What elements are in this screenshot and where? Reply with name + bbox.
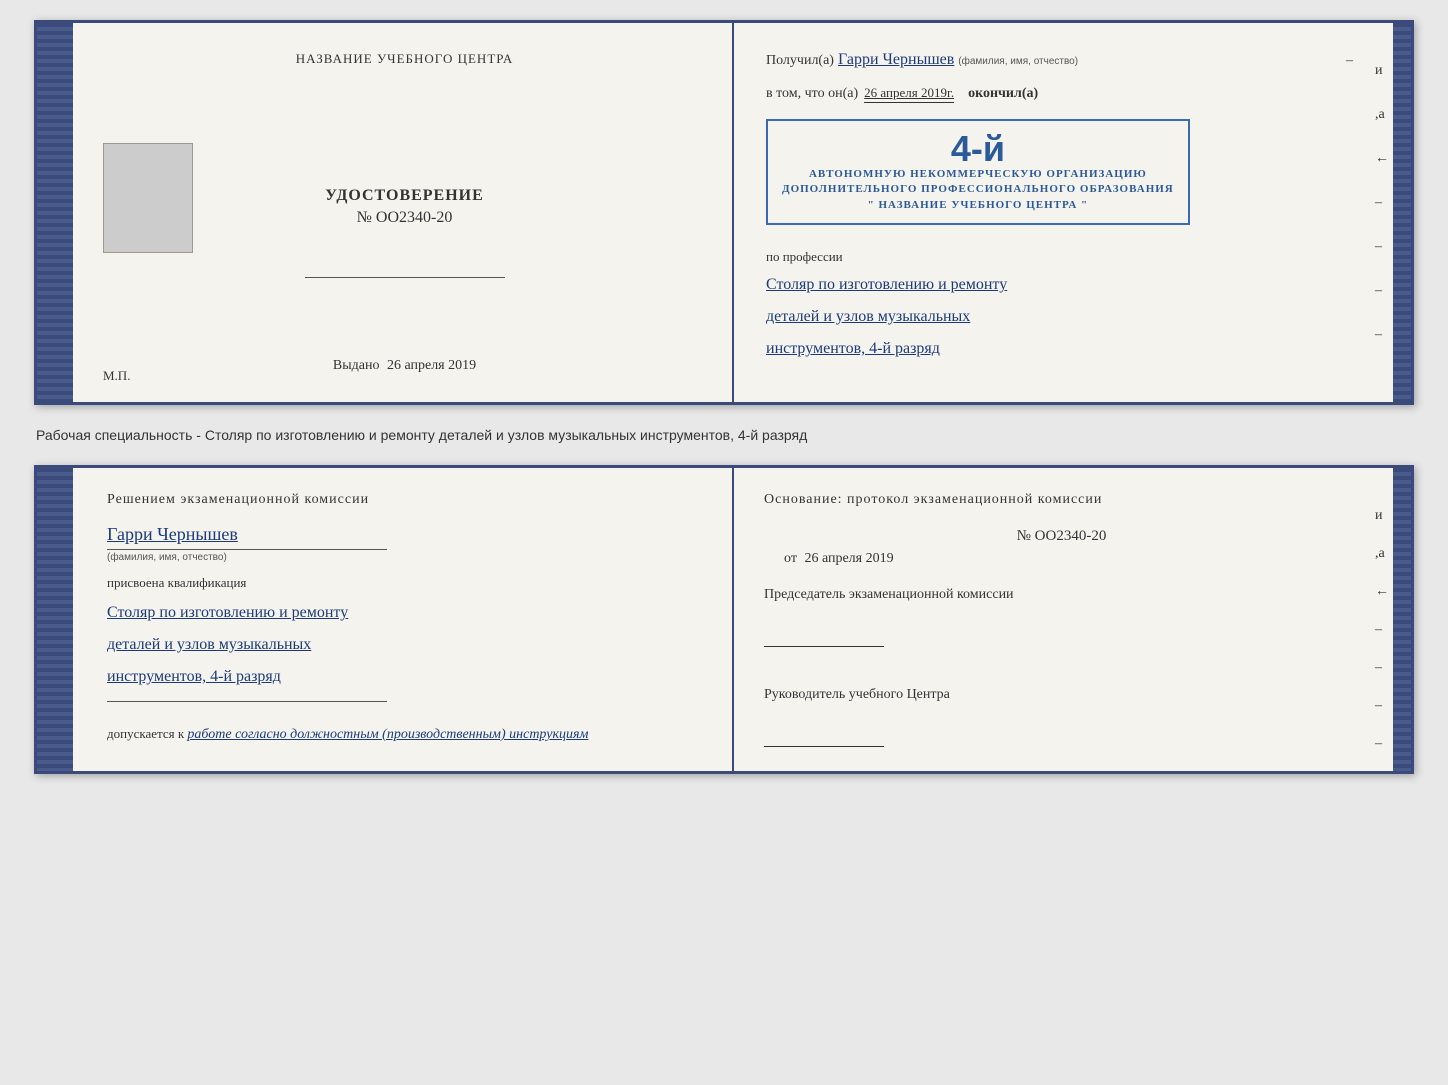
fio-sublabel: (фамилия, имя, отчество) <box>958 56 1078 67</box>
right-dash-а: ,а <box>1375 107 1389 123</box>
prisvoena-label: присвоена квалификация <box>107 575 702 591</box>
udostoverenie-block: УДОСТОВЕРЕНИЕ № OO2340-20 <box>325 187 484 227</box>
okonchil-label: окончил(а) <box>968 86 1038 102</box>
top-left-content: НАЗВАНИЕ УЧЕБНОГО ЦЕНТРА УДОСТОВЕРЕНИЕ №… <box>109 51 700 374</box>
rukovoditel-block: Руководитель учебного Центра <box>764 687 1359 747</box>
predsedatel-signature-line <box>764 627 884 647</box>
osnovanie-title: Основание: протокол экзаменационной коми… <box>764 492 1359 508</box>
vydano-label: Выдано <box>333 358 380 373</box>
vtom-line: в том, что он(а) 26 апреля 2019г. окончи… <box>766 85 1357 103</box>
qual-line1: Столяр по изготовлению и ремонту <box>107 597 702 629</box>
bottom-right-dash-2: – <box>1375 660 1389 676</box>
qual-underline <box>107 701 387 702</box>
right-dash-4: – <box>1375 327 1389 343</box>
bottom-right-page: Основание: протокол экзаменационной коми… <box>734 468 1411 771</box>
right-dashes-top: и ,а ← – – – – <box>1375 63 1389 343</box>
top-right-page: Получил(а) Гарри Чернышев (фамилия, имя,… <box>734 23 1411 402</box>
doc-spine-bottom <box>37 468 55 771</box>
mp-line: М.П. <box>103 368 130 384</box>
fio-underline <box>107 549 387 550</box>
stamp-box-content: 4-й АВТОНОМНУЮ НЕКОММЕРЧЕСКУЮ ОРГАНИЗАЦИ… <box>782 131 1174 213</box>
photo-placeholder <box>103 143 193 253</box>
poluchil-label: Получил(а) <box>766 53 834 69</box>
separator-line <box>305 277 505 278</box>
profession-line3: инструментов, 4-й разряд <box>766 333 1357 365</box>
ot-line: от 26 апреля 2019 <box>764 551 1359 567</box>
bottom-right-dash-3: – <box>1375 698 1389 714</box>
dopuskaetsya-label: допускается к <box>107 726 184 741</box>
vydano-date: 26 апреля 2019 <box>387 358 476 373</box>
rukovoditel-title: Руководитель учебного Центра <box>764 687 1359 703</box>
profession-line1: Столяр по изготовлению и ремонту <box>766 269 1357 301</box>
qual-line3: инструментов, 4-й разряд <box>107 661 702 693</box>
right-dash-lt: ← <box>1375 151 1389 167</box>
dopuskaetsya-block: допускается к работе согласно должностны… <box>107 726 702 743</box>
udostoverenie-num: № OO2340-20 <box>325 209 484 227</box>
predsedatel-block: Председатель экзаменационной комиссии <box>764 587 1359 647</box>
poluchil-line: Получил(а) Гарри Чернышев (фамилия, имя,… <box>766 51 1357 69</box>
stamp-line3: " НАЗВАНИЕ УЧЕБНОГО ЦЕНТРА " <box>782 198 1174 213</box>
vtom-date: 26 апреля 2019г. <box>864 85 954 103</box>
vtom-label: в том, что он(а) <box>766 86 858 102</box>
ot-date: 26 апреля 2019 <box>804 551 893 566</box>
top-left-title: НАЗВАНИЕ УЧЕБНОГО ЦЕНТРА <box>296 51 513 67</box>
rukovoditel-signature-line <box>764 727 884 747</box>
stamp-rank: 4-й <box>782 131 1174 167</box>
right-dash-1: – <box>1375 195 1389 211</box>
qualification-block: Столяр по изготовлению и ремонту деталей… <box>107 597 702 693</box>
bottom-fio-sublabel: (фамилия, имя, отчество) <box>107 552 702 563</box>
profession-block: Столяр по изготовлению и ремонту деталей… <box>766 269 1357 365</box>
predsedatel-title: Председатель экзаменационной комиссии <box>764 587 1359 603</box>
stamp-line2: ДОПОЛНИТЕЛЬНОГО ПРОФЕССИОНАЛЬНОГО ОБРАЗО… <box>782 182 1174 197</box>
dopusk-value: работе согласно должностным (производств… <box>187 727 588 742</box>
stamp-line1: АВТОНОМНУЮ НЕКОММЕРЧЕСКУЮ ОРГАНИЗАЦИЮ <box>782 167 1174 182</box>
bottom-right-dash-4: – <box>1375 736 1389 752</box>
bottom-right-content: Основание: протокол экзаменационной коми… <box>764 492 1359 747</box>
vydano-line: Выдано 26 апреля 2019 <box>333 358 476 374</box>
num-value: № OO2340-20 <box>764 528 1359 545</box>
ot-label: от <box>784 551 797 566</box>
dash1: – <box>1346 53 1357 69</box>
right-dashes-bottom: и ,а ← – – – – <box>1375 508 1389 752</box>
right-dash-и: и <box>1375 63 1389 79</box>
doc-spine-left <box>37 23 55 402</box>
between-label-text: Рабочая специальность - Столяр по изгото… <box>36 427 807 443</box>
top-right-content: Получил(а) Гарри Чернышев (фамилия, имя,… <box>766 51 1357 365</box>
bottom-right-dash-и: и <box>1375 508 1389 524</box>
right-dash-2: – <box>1375 239 1389 255</box>
right-dash-3: – <box>1375 283 1389 299</box>
top-document-pair: НАЗВАНИЕ УЧЕБНОГО ЦЕНТРА УДОСТОВЕРЕНИЕ №… <box>34 20 1414 405</box>
resheniem-title: Решением экзаменационной комиссии <box>107 492 702 508</box>
stamp-box: 4-й АВТОНОМНУЮ НЕКОММЕРЧЕСКУЮ ОРГАНИЗАЦИ… <box>766 119 1190 225</box>
bottom-left-content: Решением экзаменационной комиссии Гарри … <box>107 492 702 743</box>
bottom-left-page: Решением экзаменационной комиссии Гарри … <box>55 468 734 771</box>
bottom-right-dash-а: ,а <box>1375 546 1389 562</box>
po-professii-label: по профессии <box>766 249 1357 265</box>
bottom-fio-line: Гарри Чернышев <box>107 524 702 545</box>
udostoverenie-title: УДОСТОВЕРЕНИЕ <box>325 187 484 205</box>
bottom-document-pair: Решением экзаменационной комиссии Гарри … <box>34 465 1414 774</box>
top-left-page: НАЗВАНИЕ УЧЕБНОГО ЦЕНТРА УДОСТОВЕРЕНИЕ №… <box>55 23 734 402</box>
bottom-right-dash-1: – <box>1375 622 1389 638</box>
fio-handwritten: Гарри Чернышев <box>838 51 954 69</box>
bottom-fio-handwritten: Гарри Чернышев <box>107 524 238 545</box>
qual-line2: деталей и узлов музыкальных <box>107 629 702 661</box>
between-label: Рабочая специальность - Столяр по изгото… <box>34 421 1414 449</box>
profession-line2: деталей и узлов музыкальных <box>766 301 1357 333</box>
bottom-right-dash-lt: ← <box>1375 584 1389 600</box>
